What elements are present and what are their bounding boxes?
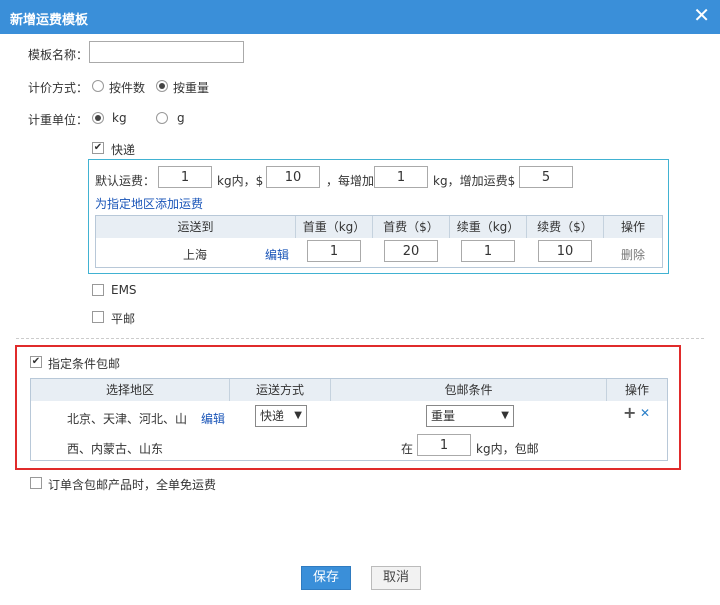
pricing-by-piece-label: 按件数 bbox=[109, 81, 146, 95]
add-fee-input[interactable] bbox=[519, 166, 573, 188]
add-region-fee-link[interactable]: 为指定地区添加运费 bbox=[95, 195, 203, 212]
add-weight-unit: kg，增加运费$ bbox=[433, 174, 516, 188]
chevron-down-icon: ▼ bbox=[501, 410, 509, 421]
post-checkbox[interactable] bbox=[92, 311, 104, 323]
free-th-condition: 包邮条件 bbox=[331, 379, 607, 401]
shipping-method-select[interactable]: 快递 ▼ bbox=[255, 405, 307, 427]
express-th-destination: 运送到 bbox=[96, 216, 296, 238]
express-th-add-fee: 续费（$） bbox=[527, 216, 604, 238]
ems-label: EMS bbox=[111, 283, 137, 297]
post-label: 平邮 bbox=[111, 312, 136, 326]
express-th-first-fee: 首费（$） bbox=[373, 216, 450, 238]
save-button[interactable]: 保存 bbox=[301, 566, 351, 590]
express-row-add-weight-input[interactable] bbox=[461, 240, 515, 262]
pricing-by-weight-label: 按重量 bbox=[173, 81, 210, 95]
free-row-region-line1: 北京、天津、河北、山 bbox=[67, 412, 188, 426]
template-name-input[interactable] bbox=[89, 41, 244, 63]
pricing-by-weight-radio[interactable] bbox=[156, 80, 168, 92]
express-row-edit-link[interactable]: 编辑 bbox=[265, 246, 289, 263]
close-icon[interactable]: ✕ bbox=[693, 5, 710, 25]
free-shipping-checkbox[interactable]: ✔ bbox=[30, 356, 42, 368]
express-checkbox[interactable]: ✔ bbox=[92, 142, 104, 154]
express-row-delete-link[interactable]: 删除 bbox=[621, 246, 645, 263]
dialog-title-bar: 新增运费模板 ✕ bbox=[0, 0, 720, 34]
express-row-first-fee-input[interactable] bbox=[384, 240, 438, 262]
free-cond-suffix: kg内，包邮 bbox=[476, 442, 539, 456]
express-label: 快递 bbox=[111, 143, 136, 157]
unit-g-radio[interactable] bbox=[156, 112, 168, 124]
express-row-first-weight-input[interactable] bbox=[307, 240, 361, 262]
express-th-first-weight: 首重（kg） bbox=[296, 216, 373, 238]
add-row-icon[interactable]: + bbox=[623, 403, 636, 422]
pricing-method-label: 计价方式： bbox=[28, 81, 89, 95]
free-condition-value: 重量 bbox=[431, 409, 456, 423]
section-divider bbox=[16, 338, 704, 339]
express-row-region: 上海 bbox=[183, 248, 208, 262]
add-weight-input[interactable] bbox=[374, 166, 428, 188]
first-fee-input[interactable] bbox=[266, 166, 320, 188]
free-cond-prefix: 在 bbox=[401, 442, 414, 456]
order-free-checkbox[interactable] bbox=[30, 477, 42, 489]
unit-kg-label: kg bbox=[112, 111, 127, 125]
default-fee-label: 默认运费： bbox=[95, 174, 156, 188]
express-th-action: 操作 bbox=[604, 216, 662, 238]
ems-checkbox[interactable] bbox=[92, 284, 104, 296]
weight-unit-label: 计重单位： bbox=[28, 113, 89, 127]
first-weight-unit: kg内，$ bbox=[217, 174, 264, 188]
remove-row-icon[interactable]: ✕ bbox=[640, 406, 650, 420]
chevron-down-icon: ▼ bbox=[294, 410, 302, 421]
template-name-label: 模板名称： bbox=[28, 48, 89, 62]
free-condition-select[interactable]: 重量 ▼ bbox=[426, 405, 514, 427]
shipping-method-value: 快递 bbox=[260, 409, 285, 423]
unit-g-label: g bbox=[177, 111, 185, 125]
express-row-add-fee-input[interactable] bbox=[538, 240, 592, 262]
unit-kg-radio[interactable] bbox=[92, 112, 104, 124]
first-weight-input[interactable] bbox=[158, 166, 212, 188]
free-row-edit-link[interactable]: 编辑 bbox=[201, 410, 225, 427]
free-row-region-line2: 西、内蒙古、山东 bbox=[67, 442, 164, 456]
express-th-add-weight: 续重（kg） bbox=[450, 216, 527, 238]
free-th-action: 操作 bbox=[607, 379, 667, 401]
dialog-title: 新增运费模板 bbox=[10, 13, 89, 28]
free-th-method: 运送方式 bbox=[230, 379, 331, 401]
free-cond-weight-input[interactable] bbox=[417, 434, 471, 456]
cancel-button[interactable]: 取消 bbox=[371, 566, 421, 590]
pricing-by-piece-radio[interactable] bbox=[92, 80, 104, 92]
each-add-label: ，每增加 bbox=[326, 174, 375, 188]
free-shipping-label: 指定条件包邮 bbox=[48, 357, 121, 371]
free-th-region: 选择地区 bbox=[31, 379, 230, 401]
order-free-label: 订单含包邮产品时，全单免运费 bbox=[48, 478, 217, 492]
